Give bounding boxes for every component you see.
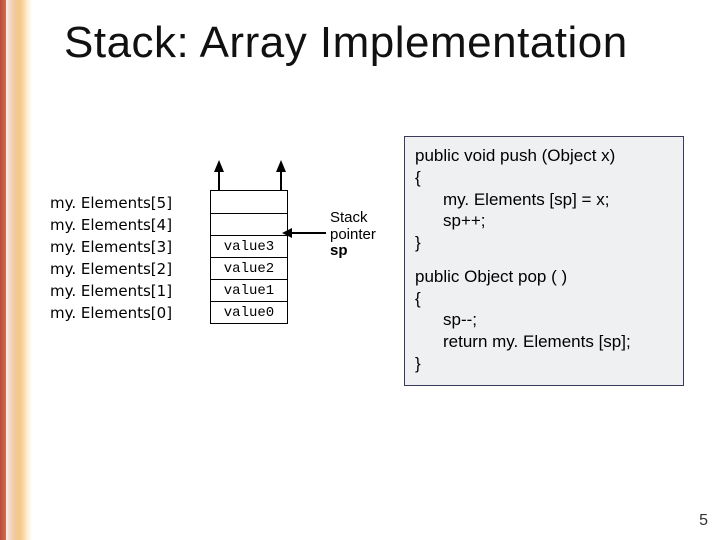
index-label: my. Elements[4]: [50, 214, 195, 236]
code-line: sp++;: [415, 210, 673, 232]
stack-cell: [211, 191, 287, 213]
index-label: my. Elements[3]: [50, 236, 195, 258]
sp-name: sp: [330, 242, 348, 259]
arrow-up-icon: [214, 160, 224, 172]
arrow-stem: [280, 172, 282, 190]
stack-array-box: value3 value2 value1 value0: [210, 190, 288, 324]
code-line: my. Elements [sp] = x;: [415, 189, 673, 211]
code-line: }: [415, 353, 673, 375]
code-line: sp--;: [415, 309, 673, 331]
stack-cell: value3: [211, 235, 287, 257]
left-gradient-highlight: [6, 0, 22, 540]
arrow-up-icon: [276, 160, 286, 172]
sp-text-line1: Stack: [330, 209, 368, 226]
sp-text-line2: pointer: [330, 226, 376, 243]
stack-diagram: my. Elements[5] my. Elements[4] my. Elem…: [50, 160, 380, 380]
code-line: public void push (Object x): [415, 145, 673, 167]
stack-cell: [211, 213, 287, 235]
index-label: my. Elements[5]: [50, 192, 195, 214]
code-line: {: [415, 167, 673, 189]
index-label: my. Elements[0]: [50, 302, 195, 324]
code-line: return my. Elements [sp];: [415, 331, 673, 353]
stack-pointer-label: Stack pointer sp: [330, 210, 376, 260]
array-index-labels: my. Elements[5] my. Elements[4] my. Elem…: [50, 192, 195, 324]
arrow-stem: [218, 172, 220, 190]
code-line: {: [415, 288, 673, 310]
stack-cell: value1: [211, 279, 287, 301]
code-gap: [415, 254, 673, 266]
code-line: }: [415, 232, 673, 254]
sp-arrow-icon: [292, 232, 326, 234]
slide: Stack: Array Implementation my. Elements…: [0, 0, 720, 540]
index-label: my. Elements[2]: [50, 258, 195, 280]
index-label: my. Elements[1]: [50, 280, 195, 302]
slide-title: Stack: Array Implementation: [64, 20, 644, 66]
stack-cell: value2: [211, 257, 287, 279]
code-line: public Object pop ( ): [415, 266, 673, 288]
page-number: 5: [699, 512, 708, 530]
code-box: public void push (Object x) { my. Elemen…: [404, 136, 684, 386]
stack-cell: value0: [211, 301, 287, 323]
